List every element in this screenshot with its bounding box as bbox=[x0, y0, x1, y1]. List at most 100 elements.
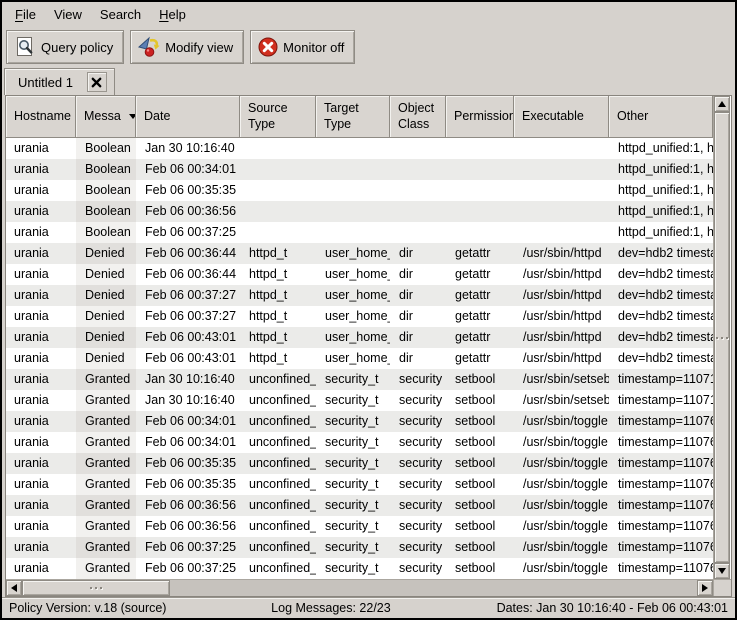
monitor-off-icon bbox=[257, 36, 279, 58]
menu-file[interactable]: File bbox=[6, 3, 45, 26]
scroll-right-button[interactable] bbox=[697, 580, 713, 596]
log-row[interactable]: uraniaBooleanFeb 06 00:35:35httpd_unifie… bbox=[6, 180, 713, 201]
column-header-other[interactable]: Other bbox=[609, 96, 713, 138]
cell: security bbox=[390, 453, 446, 474]
menu-help[interactable]: Help bbox=[150, 3, 195, 26]
cell: dev=hdb2 timesta bbox=[609, 306, 713, 327]
column-header-object-class[interactable]: Object Class bbox=[390, 96, 446, 138]
cell: getattr bbox=[446, 327, 514, 348]
cell: httpd_t bbox=[240, 285, 316, 306]
cell bbox=[316, 180, 390, 201]
modify-view-button[interactable]: Modify view bbox=[130, 30, 244, 64]
log-row[interactable]: uraniaGrantedFeb 06 00:37:25unconfined_s… bbox=[6, 537, 713, 558]
cell: httpd_unified:1, h bbox=[609, 138, 713, 159]
cell: timestamp=11076 bbox=[609, 516, 713, 537]
column-header-executable[interactable]: Executable bbox=[514, 96, 609, 138]
cell: /usr/sbin/setseb bbox=[514, 390, 609, 411]
cell: timestamp=11071 bbox=[609, 390, 713, 411]
cell: Granted bbox=[76, 558, 136, 579]
query-policy-button[interactable]: Query policy bbox=[6, 30, 124, 64]
column-header-source-type[interactable]: Source Type bbox=[240, 96, 316, 138]
cell: Granted bbox=[76, 453, 136, 474]
column-header-messa[interactable]: Messa bbox=[76, 96, 136, 138]
log-row[interactable]: uraniaDeniedFeb 06 00:43:01httpd_tuser_h… bbox=[6, 327, 713, 348]
log-row[interactable]: uraniaGrantedFeb 06 00:36:56unconfined_s… bbox=[6, 516, 713, 537]
log-row[interactable]: uraniaBooleanJan 30 10:16:40httpd_unifie… bbox=[6, 138, 713, 159]
menu-search[interactable]: Search bbox=[91, 3, 150, 26]
cell bbox=[316, 222, 390, 243]
horizontal-scrollbar-thumb[interactable] bbox=[22, 580, 170, 596]
column-header-hostname[interactable]: Hostname bbox=[6, 96, 76, 138]
cell: user_home_ bbox=[316, 285, 390, 306]
cell: urania bbox=[6, 474, 76, 495]
cell bbox=[390, 138, 446, 159]
cell: Feb 06 00:37:25 bbox=[136, 558, 240, 579]
horizontal-scrollbar[interactable] bbox=[6, 580, 713, 596]
tabbar: Untitled 1 bbox=[2, 67, 735, 95]
column-header-target-type[interactable]: Target Type bbox=[316, 96, 390, 138]
app-window: FileViewSearchHelp Query policy Modify v… bbox=[0, 0, 737, 620]
modify-view-label: Modify view bbox=[165, 40, 233, 55]
horizontal-scrollbar-track[interactable] bbox=[170, 580, 697, 596]
menu-view[interactable]: View bbox=[45, 3, 91, 26]
monitor-off-button[interactable]: Monitor off bbox=[250, 30, 355, 64]
cell: unconfined_ bbox=[240, 369, 316, 390]
column-header-date[interactable]: Date bbox=[136, 96, 240, 138]
vertical-scrollbar-thumb[interactable] bbox=[714, 112, 730, 563]
cell: Feb 06 00:43:01 bbox=[136, 327, 240, 348]
log-row[interactable]: uraniaBooleanFeb 06 00:36:56httpd_unifie… bbox=[6, 201, 713, 222]
vertical-scrollbar[interactable] bbox=[713, 96, 730, 579]
cell: /usr/sbin/httpd bbox=[514, 243, 609, 264]
cell: getattr bbox=[446, 348, 514, 369]
log-row[interactable]: uraniaDeniedFeb 06 00:37:27httpd_tuser_h… bbox=[6, 306, 713, 327]
cell bbox=[446, 180, 514, 201]
scroll-down-button[interactable] bbox=[714, 563, 730, 579]
log-row[interactable]: uraniaGrantedFeb 06 00:34:01unconfined_s… bbox=[6, 411, 713, 432]
cell: urania bbox=[6, 201, 76, 222]
cell bbox=[240, 201, 316, 222]
cell: Feb 06 00:36:56 bbox=[136, 516, 240, 537]
tab-close-button[interactable] bbox=[87, 72, 107, 92]
log-row[interactable]: uraniaDeniedFeb 06 00:43:01httpd_tuser_h… bbox=[6, 348, 713, 369]
cell: httpd_t bbox=[240, 264, 316, 285]
log-row[interactable]: uraniaGrantedJan 30 10:16:40unconfined_s… bbox=[6, 369, 713, 390]
log-row[interactable]: uraniaGrantedFeb 06 00:36:56unconfined_s… bbox=[6, 495, 713, 516]
log-row[interactable]: uraniaBooleanFeb 06 00:34:01httpd_unifie… bbox=[6, 159, 713, 180]
log-row[interactable]: uraniaDeniedFeb 06 00:37:27httpd_tuser_h… bbox=[6, 285, 713, 306]
cell: Feb 06 00:34:01 bbox=[136, 159, 240, 180]
cell: dir bbox=[390, 348, 446, 369]
scroll-up-button[interactable] bbox=[714, 96, 730, 112]
tab-untitled-1[interactable]: Untitled 1 bbox=[4, 68, 115, 95]
cell: Denied bbox=[76, 243, 136, 264]
log-row[interactable]: uraniaGrantedJan 30 10:16:40unconfined_s… bbox=[6, 390, 713, 411]
log-row[interactable]: uraniaDeniedFeb 06 00:36:44httpd_tuser_h… bbox=[6, 264, 713, 285]
cell: unconfined_ bbox=[240, 390, 316, 411]
cell bbox=[514, 138, 609, 159]
log-row[interactable]: uraniaGrantedFeb 06 00:35:35unconfined_s… bbox=[6, 474, 713, 495]
monitor-off-label: Monitor off bbox=[283, 40, 344, 55]
log-row[interactable]: uraniaGrantedFeb 06 00:37:25unconfined_s… bbox=[6, 558, 713, 579]
cell: urania bbox=[6, 327, 76, 348]
cell: Feb 06 00:36:44 bbox=[136, 243, 240, 264]
log-row[interactable]: uraniaGrantedFeb 06 00:34:01unconfined_s… bbox=[6, 432, 713, 453]
cell: user_home_ bbox=[316, 264, 390, 285]
log-row[interactable]: uraniaGrantedFeb 06 00:35:35unconfined_s… bbox=[6, 453, 713, 474]
close-icon bbox=[91, 77, 102, 88]
cell bbox=[390, 180, 446, 201]
cell: setbool bbox=[446, 537, 514, 558]
thumb-grip bbox=[90, 587, 102, 589]
cell: httpd_unified:1, h bbox=[609, 180, 713, 201]
cell: httpd_unified:1, h bbox=[609, 201, 713, 222]
arrow-right-icon bbox=[702, 584, 708, 592]
cell: /usr/sbin/toggle bbox=[514, 558, 609, 579]
log-row[interactable]: uraniaBooleanFeb 06 00:37:25httpd_unifie… bbox=[6, 222, 713, 243]
scroll-left-button[interactable] bbox=[6, 580, 22, 596]
cell: Granted bbox=[76, 495, 136, 516]
log-row[interactable]: uraniaDeniedFeb 06 00:36:44httpd_tuser_h… bbox=[6, 243, 713, 264]
column-header-permission[interactable]: Permission bbox=[446, 96, 514, 138]
cell bbox=[514, 201, 609, 222]
cell: unconfined_ bbox=[240, 474, 316, 495]
cell bbox=[316, 201, 390, 222]
statusbar: Policy Version: v.18 (source) Log Messag… bbox=[2, 597, 735, 618]
cell: unconfined_ bbox=[240, 558, 316, 579]
